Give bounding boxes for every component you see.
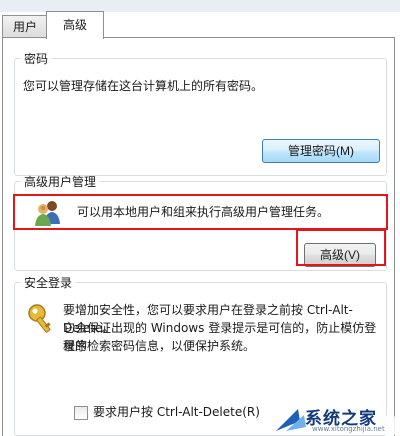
secure-logon-description-line-3: 程序检索密码信息，以便保护系统。: [63, 339, 256, 353]
highlight-box-description: [13, 194, 388, 230]
advanced-user-management-legend: 高级用户管理: [24, 175, 97, 189]
highlight-box-advanced-button: [296, 229, 386, 266]
manage-passwords-button[interactable]: 管理密码(M): [262, 139, 380, 163]
secure-logon-legend: 安全登录: [24, 276, 73, 290]
tab-advanced[interactable]: 高级: [46, 11, 104, 39]
passwords-description: 您可以管理存储在这台计算机上的所有密码。: [23, 79, 264, 93]
require-ctrl-alt-delete-checkbox[interactable]: [74, 406, 88, 420]
passwords-legend: 密码: [24, 52, 49, 66]
watermark-url-text: www.xitongzhijia.net: [312, 425, 385, 433]
require-ctrl-alt-delete-label[interactable]: 要求用户按 Ctrl-Alt-Delete(R): [93, 403, 260, 421]
tab-panel-advanced: 密码 您可以管理存储在这台计算机上的所有密码。 管理密码(M) 高级用户管理 可…: [2, 37, 395, 436]
tab-user[interactable]: 用户: [2, 15, 48, 38]
passwords-group: 密码 您可以管理存储在这台计算机上的所有密码。 管理密码(M): [14, 50, 387, 176]
key-icon: [26, 303, 58, 335]
